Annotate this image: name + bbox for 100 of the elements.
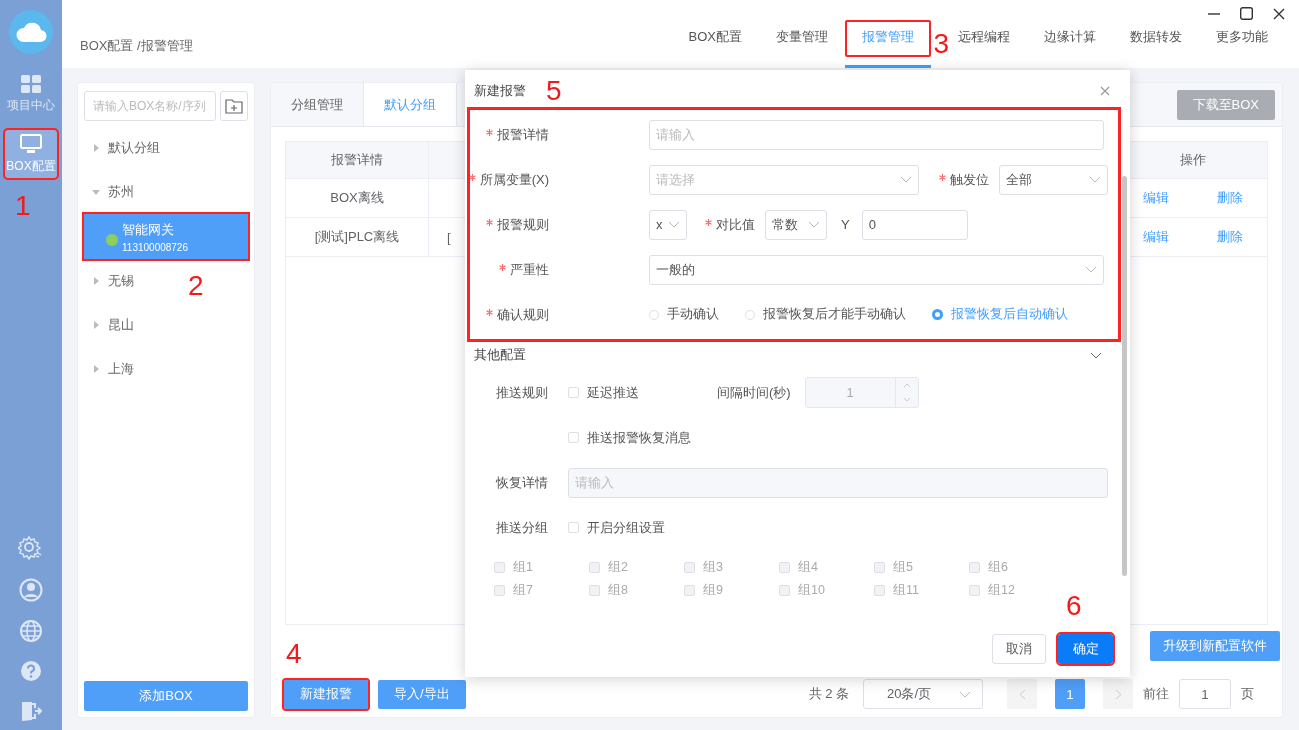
breadcrumb: BOX配置 /报警管理 [80, 37, 193, 55]
search-field[interactable]: 请输入BOX名称/序列 [84, 91, 216, 121]
tree-device-item[interactable]: 智能网关 113100008726 [84, 214, 248, 259]
tree-group[interactable]: 昆山 [84, 303, 138, 347]
gear-wifi-icon[interactable] [18, 536, 44, 560]
group-tab[interactable]: 默认分组 [364, 83, 457, 126]
form-label: 推送分组 [495, 518, 548, 537]
exit-icon[interactable] [20, 700, 42, 722]
form-label: 确认规则 [497, 305, 549, 324]
chevron-down-icon [668, 221, 680, 228]
table-cell: [ [447, 229, 451, 245]
form-label: 严重性 [510, 260, 549, 279]
recovery-message-checkbox[interactable]: 推送报警恢复消息 [568, 428, 691, 447]
operator-select[interactable]: x [649, 209, 687, 240]
annotation-number: 2 [188, 272, 204, 300]
scrollbar-thumb[interactable] [1122, 176, 1127, 576]
compare-value-field[interactable]: 0 [861, 209, 968, 240]
top-tab[interactable]: 报警管理 [845, 22, 931, 68]
chevron-right-icon [1114, 688, 1122, 700]
next-page-button[interactable] [1103, 679, 1133, 709]
caret-icon [92, 188, 100, 196]
radio-option[interactable]: 报警恢复后自动确认 [932, 306, 1068, 323]
top-tab[interactable]: 更多功能 [1199, 22, 1285, 68]
annotation-number: 1 [15, 192, 31, 220]
radio-option[interactable]: 报警恢复后才能手动确认 [745, 306, 906, 323]
device-name: 智能网关 [122, 220, 175, 239]
page-size-select[interactable]: 20条/页 [863, 679, 983, 709]
maximize-icon[interactable] [1240, 7, 1253, 20]
monitor-icon [20, 133, 42, 154]
variable-select[interactable]: 请选择 [649, 164, 919, 195]
previous-page-button[interactable] [1007, 679, 1037, 709]
form-label: 触发位 [950, 170, 989, 189]
annotation-number: 5 [546, 77, 562, 105]
total-count: 共 2 条 [808, 685, 849, 703]
table-action-link[interactable]: 编辑 [1143, 189, 1169, 207]
delay-push-checkbox[interactable]: 延迟推送 [568, 383, 639, 402]
annotation-number: 4 [286, 639, 302, 668]
add-folder-button[interactable] [220, 91, 248, 121]
top-tab[interactable]: 变量管理 [759, 22, 845, 68]
globe-icon[interactable] [20, 620, 42, 642]
top-tab[interactable]: BOX配置 [671, 22, 759, 68]
footer-button[interactable]: 导入/导出 [378, 679, 466, 709]
close-icon[interactable] [1273, 7, 1285, 20]
top-tab[interactable]: 数据转发 [1113, 22, 1199, 68]
tree-group[interactable]: 默认分组 [84, 126, 164, 170]
form-label: 推送规则 [495, 383, 548, 402]
grid-icon [21, 74, 41, 93]
page-number-button[interactable]: 1 [1055, 679, 1085, 709]
user-icon[interactable] [19, 578, 43, 602]
column-header: 操作 [1179, 151, 1207, 169]
trigger-bit-select[interactable]: 全部 [999, 164, 1108, 195]
dialog-title: 新建报警 [474, 82, 526, 100]
form-label: 所属变量(X) [479, 170, 549, 189]
form-label: 报警详情 [497, 125, 549, 144]
form-label: 对比值 [716, 215, 755, 234]
page-suffix: 页 [1241, 685, 1254, 703]
severity-select[interactable]: 一般的 [649, 254, 1104, 285]
goto-page-field[interactable]: 1 [1179, 679, 1231, 709]
radio-option[interactable]: 手动确认 [649, 306, 719, 323]
column-header: 报警详情 [286, 142, 429, 178]
top-tab[interactable]: 边缘计算 [1027, 22, 1113, 68]
sidebar-nav-item[interactable]: BOX配置 [5, 130, 57, 178]
table-cell: [测试]PLC离线 [286, 218, 429, 256]
caret-icon [92, 277, 100, 285]
table-action-link[interactable]: 删除 [1217, 228, 1243, 246]
device-serial: 113100008726 [122, 241, 188, 253]
footer-button[interactable]: 新建报警 [284, 679, 368, 709]
annotation-number: 6 [1066, 591, 1082, 620]
form-label: 报警规则 [497, 215, 549, 234]
chevron-down-icon [808, 221, 820, 228]
chevron-down-icon [1089, 176, 1101, 183]
goto-label: 前往 [1143, 685, 1169, 703]
form-label: 恢复详情 [495, 473, 548, 492]
group-setting-checkbox[interactable]: 开启分组设置 [568, 518, 665, 537]
tree-group[interactable]: 无锡 [84, 259, 138, 303]
alarm-detail-field[interactable]: 请输入 [649, 119, 1104, 150]
cancel-button[interactable]: 取消 [992, 633, 1046, 664]
annotation-number: 3 [933, 30, 949, 58]
tree-group[interactable]: 苏州 [84, 170, 138, 214]
table-cell: BOX离线 [286, 179, 429, 217]
table-action-link[interactable]: 删除 [1217, 189, 1243, 207]
folder-plus-icon [225, 98, 243, 114]
confirm-button[interactable]: 确定 [1058, 633, 1113, 664]
upgrade-button[interactable]: 升级到新配置软件 [1150, 631, 1280, 661]
chevron-down-icon [900, 176, 912, 183]
caret-icon [92, 321, 100, 329]
add-box-button[interactable]: 添加BOX [84, 681, 248, 711]
sidebar-nav-item[interactable]: 项目中心 [5, 70, 57, 118]
help-icon[interactable] [20, 660, 42, 682]
chevron-down-icon [959, 690, 972, 698]
cloud-logo-icon [9, 10, 53, 54]
chevron-left-icon [1018, 688, 1026, 700]
compare-type-select[interactable]: 常数 [765, 209, 827, 240]
download-button[interactable]: 下载至BOX [1176, 89, 1275, 120]
tree-group[interactable]: 上海 [84, 347, 138, 391]
chevron-down-icon [1090, 351, 1102, 359]
other-config-header[interactable]: 其他配置 [470, 340, 1122, 370]
table-action-link[interactable]: 编辑 [1143, 228, 1169, 246]
caret-icon [92, 365, 100, 373]
caret-icon [92, 144, 100, 152]
